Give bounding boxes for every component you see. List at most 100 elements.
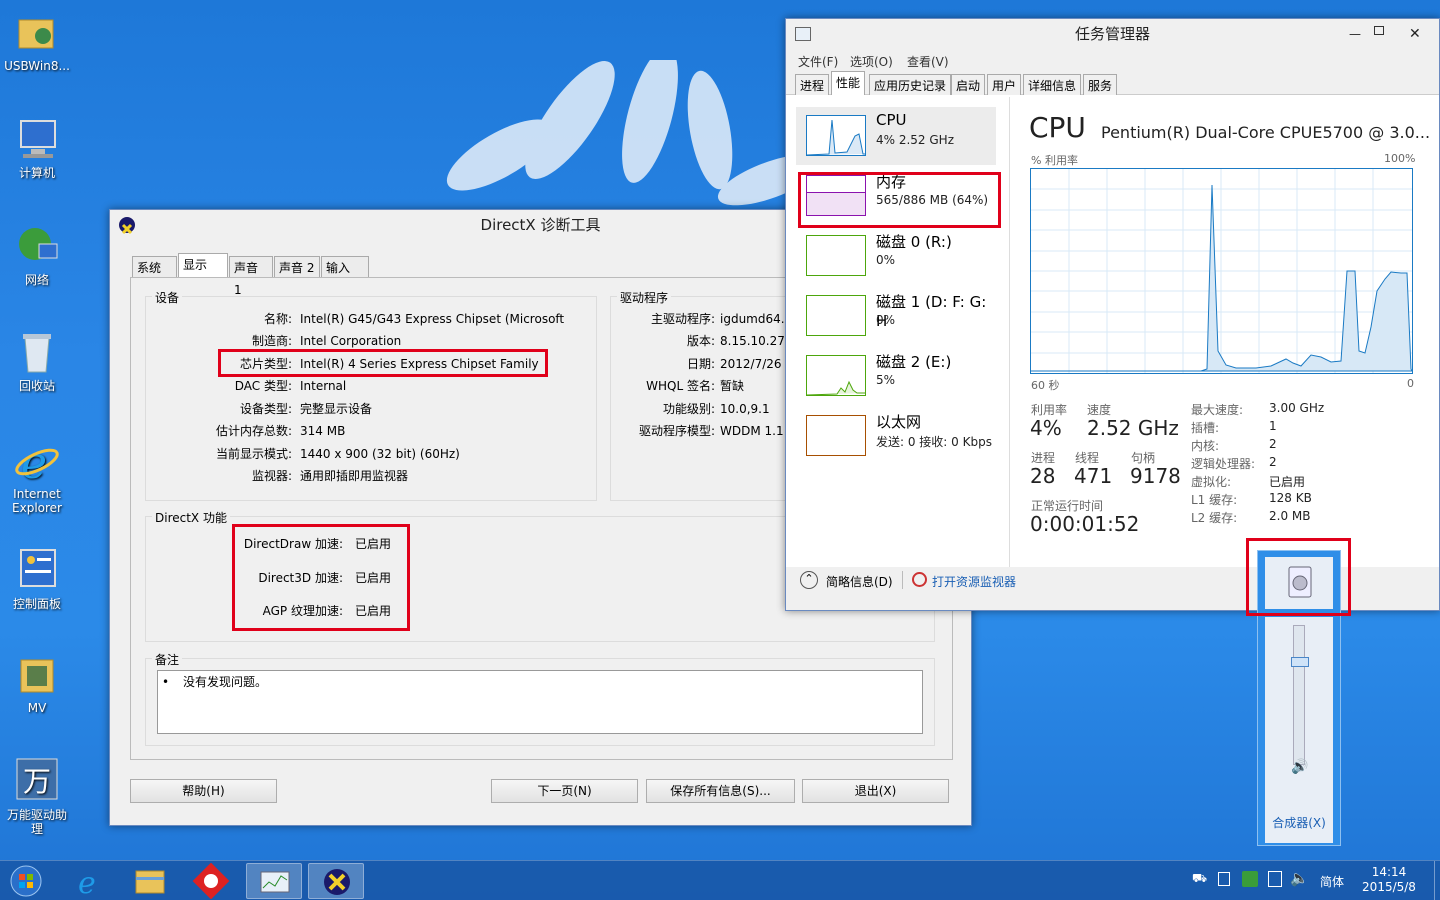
desktop-icon-ie[interactable]: e Internet Explorer	[2, 436, 72, 515]
volume-slider-thumb[interactable]	[1291, 657, 1309, 667]
chevron-up-icon[interactable]: ⌃	[800, 571, 818, 589]
device-label: 监视器:	[251, 469, 292, 483]
device-label: 名称:	[263, 312, 292, 326]
taskbar-ie[interactable]: e	[62, 863, 118, 900]
desktop-icon-control-panel[interactable]: 控制面板	[2, 546, 72, 611]
desktop-icon-usbwin8[interactable]: USBWin8...	[2, 8, 72, 73]
device-label: 估计内存总数:	[215, 424, 292, 438]
perf-item-name: 以太网	[876, 413, 922, 431]
driver-label: WHQL 签名:	[646, 379, 715, 393]
desktop-icon-computer[interactable]: 计算机	[2, 115, 72, 180]
svg-text:万: 万	[23, 765, 51, 798]
close-icon[interactable]: ✕	[1409, 19, 1421, 49]
disk0-thumb	[806, 235, 866, 276]
tab-details[interactable]: 详细信息	[1023, 74, 1082, 95]
taskbar-task-manager[interactable]	[246, 863, 302, 899]
desktop-icon-label: 回收站	[18, 379, 55, 393]
axis-label-60s: 60 秒	[1031, 379, 1060, 392]
perf-item-ethernet[interactable]: 以太网 发送: 0 接收: 0 Kbps	[796, 407, 996, 465]
tab-sound-2[interactable]: 声音 2	[274, 256, 320, 278]
taskbar-app[interactable]	[184, 862, 240, 900]
stat-speed: 2.52 GHz	[1087, 416, 1179, 440]
detail-value: 2	[1269, 455, 1277, 469]
open-resource-monitor-link[interactable]: 打开资源监视器	[932, 573, 1016, 590]
perf-item-name: CPU	[876, 111, 907, 129]
tab-processes[interactable]: 进程	[795, 74, 830, 95]
taskbar-explorer[interactable]	[122, 863, 178, 899]
ethernet-thumb	[806, 415, 866, 456]
driver-group-title: 驱动程序	[617, 289, 672, 306]
tray-ime[interactable]: 简体	[1320, 873, 1344, 890]
detail-label: L1 缓存:	[1191, 493, 1238, 507]
features-group-title: DirectX 功能	[152, 509, 230, 526]
desktop-icon-mv[interactable]: MV	[2, 650, 72, 715]
tray-device-icon[interactable]	[1218, 872, 1230, 886]
desktop-icon-recycle-bin[interactable]: 回收站	[2, 328, 72, 393]
show-desktop-button[interactable]	[1434, 861, 1440, 900]
control-panel-icon	[13, 546, 61, 594]
menu-view[interactable]: 查看(V)	[907, 53, 949, 70]
save-all-info-button[interactable]: 保存所有信息(S)...	[646, 779, 795, 803]
taskmgr-title: 任务管理器	[1074, 25, 1150, 43]
desktop-icon-label: 计算机	[18, 166, 55, 180]
tab-display[interactable]: 显示	[178, 253, 228, 278]
perf-item-disk-0[interactable]: 磁盘 0 (R:) 0%	[796, 227, 996, 285]
notes-textbox[interactable]: • 没有发现问题。	[157, 670, 923, 734]
minimize-icon[interactable]: —	[1349, 19, 1361, 49]
perf-item-value: 0%	[876, 313, 896, 327]
taskbar-dxdiag[interactable]	[308, 863, 364, 899]
exit-button[interactable]: 退出(X)	[802, 779, 949, 803]
tray-action-center-icon[interactable]	[1268, 871, 1282, 887]
perf-item-disk-2[interactable]: 磁盘 2 (E:) 5%	[796, 347, 996, 405]
driver-label: 日期:	[686, 357, 715, 371]
desktop-icon-label: 控制面板	[12, 597, 61, 611]
cpu-details: 最大速度: 3.00 GHz 插槽: 1 内核: 2 逻辑处理器: 2 虚拟化:…	[1191, 401, 1341, 531]
cpu-model: Pentium(R) Dual-Core CPUE5700 @ 3.0...	[1101, 123, 1431, 142]
fewer-details-link[interactable]: 简略信息(D)	[826, 573, 893, 590]
start-button[interactable]	[0, 863, 52, 899]
highlight-chip-type	[218, 349, 548, 377]
tray-volume-icon[interactable]: 🔈	[1290, 869, 1309, 887]
mixer-link[interactable]: 合成器(X)	[1265, 803, 1333, 843]
volume-slider-track[interactable]	[1293, 625, 1305, 765]
cpu-graph-svg	[1031, 169, 1413, 373]
stat-util: 4%	[1030, 416, 1062, 440]
perf-item-value: 4% 2.52 GHz	[876, 133, 955, 147]
help-button[interactable]: 帮助(H)	[130, 779, 277, 803]
tab-users[interactable]: 用户	[987, 74, 1022, 95]
tab-startup[interactable]: 启动	[951, 74, 986, 95]
perf-sidebar: CPU 4% 2.52 GHz 内存 565/886 MB (64%) 磁盘 0…	[792, 97, 1010, 607]
folder-user-icon	[13, 8, 61, 56]
tab-input[interactable]: 输入	[321, 256, 369, 278]
tab-system[interactable]: 系统	[132, 256, 177, 278]
taskmgr-titlebar[interactable]: 任务管理器 — ✕	[786, 19, 1439, 49]
driver-label: 功能级别:	[662, 402, 715, 416]
perf-item-cpu[interactable]: CPU 4% 2.52 GHz	[796, 107, 996, 165]
tab-app-history[interactable]: 应用历史记录	[869, 74, 952, 95]
detail-label: 虚拟化:	[1191, 475, 1232, 489]
tab-performance[interactable]: 性能	[831, 71, 866, 95]
dxdiag-title: DirectX 诊断工具	[480, 216, 601, 234]
perf-item-disk-1[interactable]: 磁盘 1 (D: F: G: H 0%	[796, 287, 996, 345]
device-label: 设备类型:	[239, 402, 292, 416]
driver-value: igdumd64.d	[720, 312, 793, 326]
desktop-icon-network[interactable]: 网络	[2, 222, 72, 287]
device-value: Intel(R) G45/G43 Express Chipset (Micros…	[300, 312, 565, 326]
tray-security-icon[interactable]	[1242, 871, 1258, 887]
tray-clock[interactable]: 14:14 2015/5/8	[1354, 865, 1424, 895]
folder-icon	[13, 650, 61, 698]
file-explorer-icon	[135, 870, 165, 894]
maximize-icon[interactable]	[1374, 26, 1384, 35]
next-page-button[interactable]: 下一页(N)	[491, 779, 638, 803]
tab-services[interactable]: 服务	[1083, 74, 1118, 95]
perf-item-value: 5%	[876, 373, 896, 387]
tab-sound-1[interactable]: 声音 1	[229, 256, 273, 297]
menu-options[interactable]: 选项(O)	[850, 53, 893, 70]
notes-text: 没有发现问题。	[183, 675, 268, 689]
speaker-mute-icon[interactable]: 🔊	[1291, 759, 1308, 775]
clock-date: 2015/5/8	[1362, 880, 1416, 894]
desktop-icon-label: Internet Explorer	[12, 487, 62, 515]
tray-network-icon[interactable]: ⛟	[1192, 871, 1207, 887]
desktop-icon-driver-helper[interactable]: 万 万能驱动助理	[2, 757, 72, 836]
menu-file[interactable]: 文件(F)	[798, 53, 838, 70]
